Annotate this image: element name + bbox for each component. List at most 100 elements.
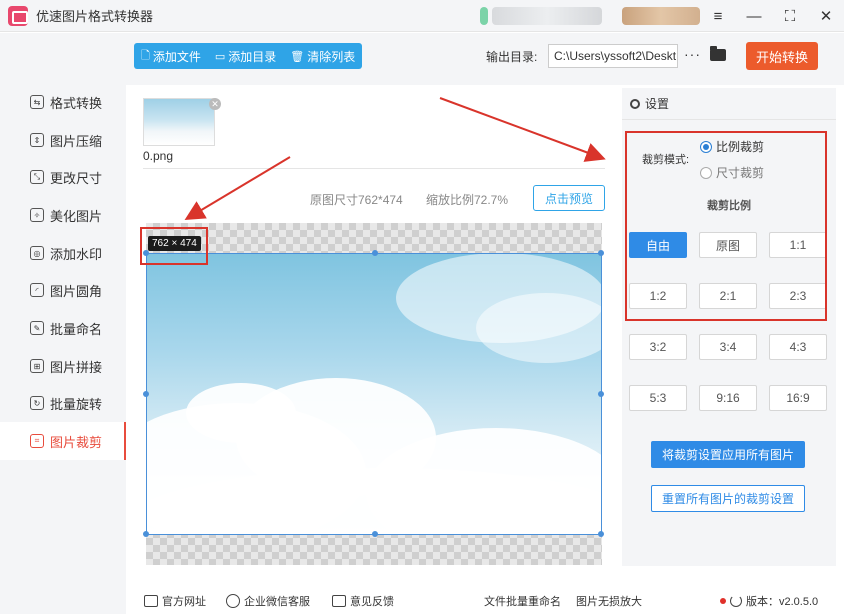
- add-folder-label: 添加目录: [228, 49, 277, 64]
- crop-handle[interactable]: [372, 250, 378, 256]
- ratio-9-16-button[interactable]: 9:16: [699, 385, 757, 411]
- sidebar-item-compress[interactable]: ⇕ 图片压缩: [0, 121, 126, 159]
- crop-handle[interactable]: [598, 391, 604, 397]
- ratio-16-9-button[interactable]: 16:9: [769, 385, 827, 411]
- add-file-label: 添加文件: [152, 49, 201, 64]
- title-bar: 优速图片格式转换器 ≡ — ⛶ ✕: [0, 0, 844, 32]
- lossless-zoom-label: 图片无损放大: [576, 596, 642, 608]
- sidebar-item-label: 图片压缩: [50, 133, 103, 149]
- apply-crop-all-button[interactable]: 将裁剪设置应用所有图片: [651, 441, 805, 468]
- join-icon: ⊞: [30, 359, 44, 373]
- open-folder-icon[interactable]: [710, 46, 726, 61]
- website-label: 官方网址: [162, 596, 206, 608]
- sidebar-item-label: 图片拼接: [50, 359, 103, 375]
- crop-handle[interactable]: [598, 531, 604, 537]
- lossless-zoom-link[interactable]: 图片无损放大: [576, 588, 642, 614]
- watermark-icon: ◎: [30, 246, 44, 260]
- menu-icon[interactable]: ≡: [710, 8, 726, 25]
- sidebar-item-batch-rename[interactable]: ✎ 批量命名: [0, 309, 126, 347]
- crop-canvas[interactable]: 762 × 474: [143, 223, 604, 565]
- convert-icon: ⇆: [30, 95, 44, 109]
- blurred-account-info: [492, 7, 602, 25]
- round-corner-icon: ◜: [30, 283, 44, 297]
- app-logo-icon: [8, 5, 28, 26]
- crop-icon: ⌗: [30, 434, 44, 448]
- sidebar-item-label: 美化图片: [50, 208, 103, 224]
- gear-icon: [630, 98, 640, 109]
- maximize-icon[interactable]: ⛶: [782, 8, 798, 25]
- file-icon: 🗋: [141, 49, 150, 62]
- sidebar-item-label: 更改尺寸: [50, 170, 103, 186]
- sidebar-item-resize[interactable]: ⤡ 更改尺寸: [0, 158, 126, 196]
- sidebar-item-join[interactable]: ⊞ 图片拼接: [0, 347, 126, 385]
- folder-outline-icon: ▭: [214, 50, 226, 63]
- file-actions-group: 🗋 添加文件 ▭ 添加目录 🗑 清除列表: [134, 43, 363, 69]
- compress-icon: ⇕: [30, 133, 44, 147]
- annotation-highlight-size: [140, 227, 208, 265]
- version-label: 版本：v2.0.5.0: [746, 596, 819, 608]
- clear-list-button[interactable]: 🗑 清除列表: [283, 43, 362, 69]
- version-info[interactable]: 版本：v2.0.5.0: [720, 588, 818, 614]
- output-directory-input[interactable]: C:\Users\yssoft2\Deskt: [548, 44, 678, 68]
- sidebar-item-round-corner[interactable]: ◜ 图片圆角: [0, 271, 126, 309]
- beautify-icon: ✧: [30, 208, 44, 222]
- crop-selection-frame[interactable]: [143, 250, 604, 537]
- settings-header: 设置: [622, 88, 836, 120]
- sidebar-item-watermark[interactable]: ◎ 添加水印: [0, 234, 126, 272]
- blurred-status-indicator: [480, 7, 488, 25]
- website-link[interactable]: 官方网址: [144, 588, 206, 614]
- toolbar: 🗋 添加文件 ▭ 添加目录 🗑 清除列表 输出目录: C:\Users\yssoft2…: [126, 33, 844, 85]
- resize-icon: ⤡: [30, 170, 44, 184]
- preview-button[interactable]: 点击预览: [533, 185, 605, 211]
- settings-title: 设置: [645, 97, 670, 111]
- footer-bar: 官方网址 企业微信客服 意见反馈 文件批量重命名 图片无损放大 版本：v2.0.…: [126, 588, 844, 614]
- crop-handle[interactable]: [372, 531, 378, 537]
- original-size-text: 原图尺寸762*474: [310, 193, 403, 207]
- rename-icon: ✎: [30, 321, 44, 335]
- divider: [143, 168, 605, 169]
- ratio-5-3-button[interactable]: 5:3: [629, 385, 687, 411]
- sidebar-item-rotate[interactable]: ↻ 批量旋转: [0, 384, 126, 422]
- more-options-button[interactable]: ···: [684, 46, 701, 62]
- ratio-4-3-button[interactable]: 4:3: [769, 334, 827, 360]
- start-convert-button[interactable]: 开始转换: [746, 42, 818, 70]
- output-directory-label: 输出目录:: [486, 50, 538, 64]
- add-folder-button[interactable]: ▭ 添加目录: [208, 43, 283, 69]
- clear-list-label: 清除列表: [307, 49, 356, 64]
- close-icon[interactable]: ✕: [818, 8, 834, 25]
- add-file-button[interactable]: 🗋 添加文件: [134, 43, 208, 69]
- crop-handle[interactable]: [598, 250, 604, 256]
- crop-handle[interactable]: [143, 531, 149, 537]
- minimize-icon[interactable]: —: [746, 8, 762, 25]
- rotate-icon: ↻: [30, 396, 44, 410]
- trash-icon: 🗑: [290, 50, 305, 63]
- sidebar: ⇆ 格式转换 ⇕ 图片压缩 ⤡ 更改尺寸 ✧ 美化图片 ◎ 添加水印 ◜ 图片圆角 ✎ 批量命…: [0, 33, 126, 614]
- sidebar-item-label: 图片裁剪: [50, 434, 103, 450]
- batch-rename-label: 文件批量重命名: [484, 596, 561, 608]
- batch-rename-link[interactable]: 文件批量重命名: [484, 588, 561, 614]
- annotation-highlight-settings: [625, 131, 827, 321]
- window-controls: ≡ — ⛶ ✕: [710, 0, 834, 32]
- sidebar-item-label: 批量旋转: [50, 396, 103, 412]
- blurred-avatar-area[interactable]: [622, 7, 700, 25]
- refresh-icon: [730, 595, 742, 607]
- zoom-ratio-text: 缩放比例72.7%: [426, 193, 509, 207]
- sidebar-item-label: 图片圆角: [50, 283, 103, 299]
- sidebar-item-label: 格式转换: [50, 95, 103, 111]
- sidebar-item-format-convert[interactable]: ⇆ 格式转换: [0, 83, 126, 121]
- main-workspace: ✕ 0.png 原图尺寸762*474 缩放比例72.7% 点击预览 762 ×…: [134, 88, 614, 580]
- ratio-3-4-button[interactable]: 3:4: [699, 334, 757, 360]
- image-thumbnail[interactable]: [143, 98, 215, 146]
- remove-thumbnail-icon[interactable]: ✕: [209, 98, 221, 110]
- wechat-support-link[interactable]: 企业微信客服: [226, 588, 310, 614]
- update-dot-icon: [720, 598, 726, 604]
- wechat-label: 企业微信客服: [244, 596, 310, 608]
- feedback-link[interactable]: 意见反馈: [332, 588, 394, 614]
- sidebar-item-beautify[interactable]: ✧ 美化图片: [0, 196, 126, 234]
- thumbnail-filename: 0.png: [143, 149, 174, 163]
- ratio-3-2-button[interactable]: 3:2: [629, 334, 687, 360]
- feedback-label: 意见反馈: [350, 596, 394, 608]
- crop-handle[interactable]: [143, 391, 149, 397]
- sidebar-item-crop[interactable]: ⌗ 图片裁剪: [0, 422, 126, 460]
- reset-crop-all-button[interactable]: 重置所有图片的裁剪设置: [651, 485, 805, 512]
